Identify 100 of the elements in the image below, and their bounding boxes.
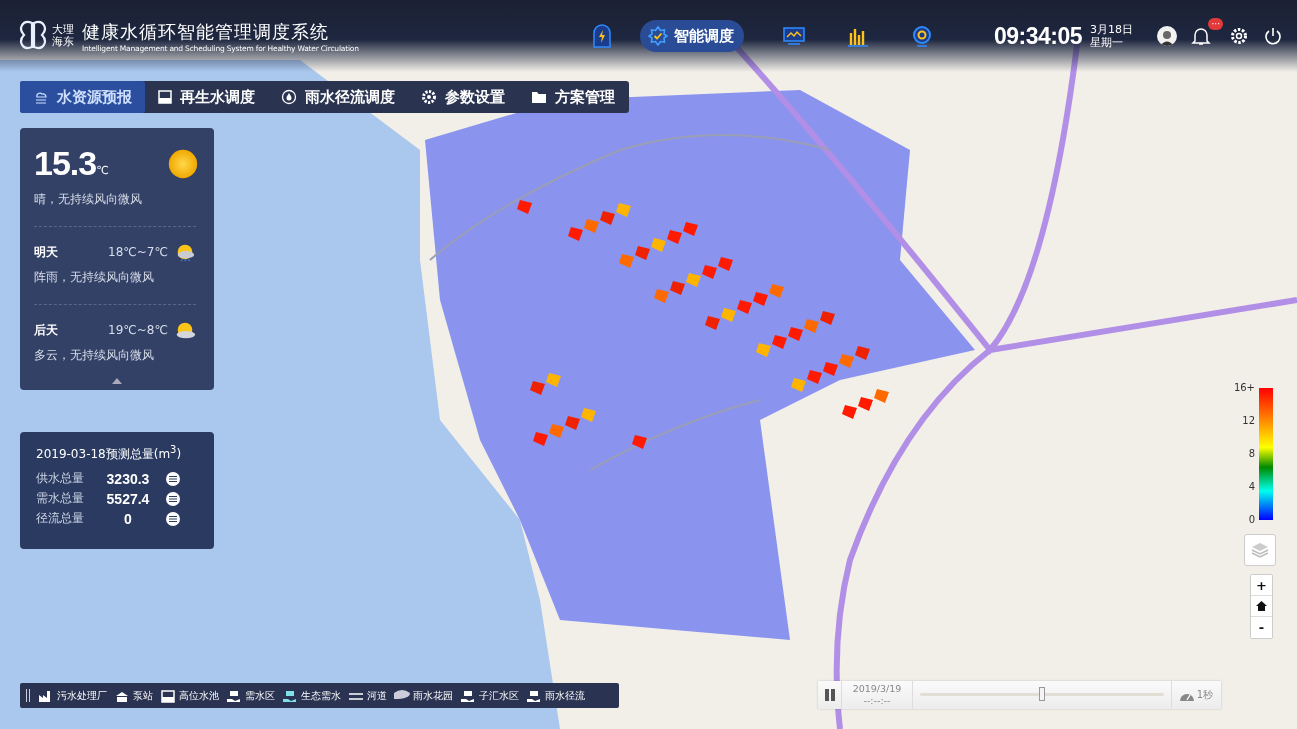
tank-icon: [160, 688, 176, 703]
temperature-range: 18℃~7℃: [108, 245, 168, 259]
heat-patch: [533, 432, 548, 446]
hand-water-icon: [282, 688, 298, 703]
tab[interactable]: 方案管理: [518, 81, 628, 113]
scale-tick: 8: [1248, 449, 1255, 459]
heat-patch: [683, 222, 698, 236]
speed-button[interactable]: 1秒: [1170, 681, 1221, 709]
legend-label: 生态需水: [301, 688, 341, 703]
heat-patch: [600, 211, 615, 225]
temperature-range: 19℃~8℃: [108, 323, 168, 337]
list-icon[interactable]: [166, 491, 180, 506]
heat-patch: [823, 362, 838, 376]
timeline-time: --:--:--: [863, 695, 891, 707]
heat-patch: [788, 327, 803, 341]
legend-label: 子汇水区: [479, 688, 519, 703]
legend-label: 泵站: [133, 688, 153, 703]
temperature-unit: ℃: [96, 164, 109, 177]
nav-tab[interactable]: 智能调度: [639, 20, 744, 52]
heat-patch: [756, 343, 771, 357]
list-icon[interactable]: [166, 471, 180, 486]
heat-patch: [616, 203, 631, 217]
heat-patch: [584, 219, 599, 233]
heat-patch: [807, 370, 822, 384]
scale-tick: 16+: [1233, 383, 1255, 393]
hand-water-icon: [526, 688, 542, 703]
heat-patch: [855, 346, 870, 360]
collapse-icon[interactable]: [112, 378, 122, 384]
list-icon[interactable]: [166, 511, 180, 526]
heat-patch: [654, 289, 669, 303]
heat-patch: [686, 273, 701, 287]
heat-patch: [753, 292, 768, 306]
legend-item[interactable]: 雨水径流: [526, 688, 585, 703]
clock-time: 09:34:05: [993, 22, 1082, 50]
heat-patch: [791, 378, 806, 392]
folder-icon: [531, 90, 547, 104]
heat-patch: [581, 408, 596, 422]
total-label: 需水总量: [36, 490, 85, 507]
hand-water-icon: [460, 688, 476, 703]
weekday-text: 星期一: [1090, 36, 1124, 49]
power-icon[interactable]: [1263, 26, 1283, 46]
legend-label: 雨水花园: [413, 688, 453, 703]
heat-patch: [635, 246, 650, 260]
heat-patch: [565, 416, 580, 430]
legend-item[interactable]: 污水处理厂: [38, 688, 107, 703]
heat-patch: [804, 319, 819, 333]
heat-patch: [842, 405, 857, 419]
tab[interactable]: 再生水调度: [145, 81, 268, 113]
settings-icon[interactable]: [1229, 26, 1249, 46]
heat-patch: [721, 308, 736, 322]
total-value: 3230.3: [105, 470, 151, 487]
heat-patch: [667, 230, 682, 244]
legend-item[interactable]: 河道: [348, 688, 387, 703]
tank-icon: [158, 90, 172, 104]
heat-patch: [874, 389, 889, 403]
weather-description: 晴，无持续风向微风: [34, 191, 143, 208]
date-text: 3月18日: [1090, 23, 1133, 36]
legend-label: 需水区: [245, 688, 275, 703]
logo-text: 海东: [52, 36, 74, 48]
legend-item[interactable]: 泵站: [114, 688, 153, 703]
hand-water-icon: [226, 688, 242, 703]
heat-patch: [737, 300, 752, 314]
heat-patch: [820, 311, 835, 325]
scale-tick: 0: [1248, 515, 1255, 525]
heat-patch: [718, 257, 733, 271]
heat-patch: [772, 335, 787, 349]
heat-patch: [568, 227, 583, 241]
slider-thumb[interactable]: [1038, 687, 1045, 701]
forecast-day: 明天: [34, 243, 108, 261]
bell-icon[interactable]: [1191, 26, 1211, 46]
legend-item[interactable]: 高位水池: [160, 688, 219, 703]
zoom-in-button[interactable]: +: [1251, 575, 1272, 596]
legend-item[interactable]: 雨水花园: [394, 688, 453, 703]
tab[interactable]: 参数设置: [408, 81, 518, 113]
heat-patch: [858, 397, 873, 411]
heat-patch: [619, 254, 634, 268]
badge-check-icon: [647, 26, 668, 46]
legend-label: 河道: [367, 688, 387, 703]
timeline-date: 2019/3/19: [852, 683, 902, 695]
total-value: 0: [123, 510, 133, 527]
heat-patch: [549, 424, 564, 438]
total-label: 径流总量: [36, 510, 85, 527]
heat-patch: [769, 284, 784, 298]
tab[interactable]: 水资源预报: [20, 81, 145, 113]
tab[interactable]: 雨水径流调度: [268, 81, 408, 113]
forecast-description: 多云，无持续风向微风: [34, 347, 155, 364]
forecast-day: 后天: [34, 321, 108, 339]
cloud-water-icon: [33, 89, 49, 105]
scale-tick: 12: [1242, 416, 1255, 426]
legend-item[interactable]: 生态需水: [282, 688, 341, 703]
total-value: 5527.4: [105, 490, 151, 507]
legend-item[interactable]: 需水区: [226, 688, 275, 703]
scale-tick: 4: [1248, 482, 1255, 492]
temperature: 15.3: [34, 144, 97, 183]
heat-patch: [632, 435, 647, 449]
legend-item[interactable]: 子汇水区: [460, 688, 519, 703]
logo-text: 大理: [52, 24, 74, 36]
heat-patch: [670, 281, 685, 295]
forecast-description: 阵雨，无持续风向微风: [34, 269, 155, 286]
heat-patch: [530, 381, 545, 395]
